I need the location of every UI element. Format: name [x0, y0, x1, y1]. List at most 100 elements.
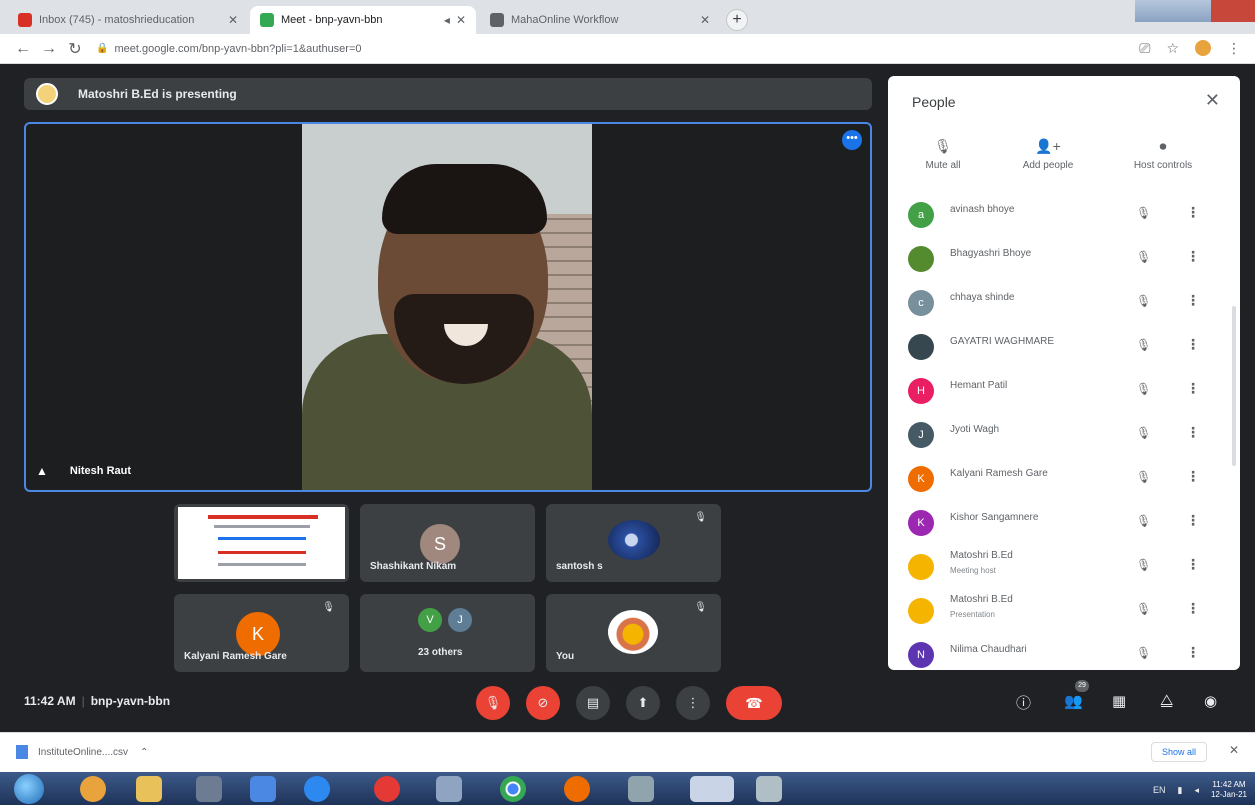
close-tab-icon[interactable]: ✕ — [456, 13, 466, 27]
more-options-icon[interactable]: ••• — [842, 130, 862, 150]
mic-off-icon[interactable]: 🎙 — [1136, 470, 1151, 484]
mic-off-icon[interactable]: 🎙 — [1136, 382, 1151, 396]
new-tab-button[interactable]: + — [726, 9, 748, 31]
volume-icon[interactable]: ◂ — [1194, 785, 1199, 796]
close-tab-icon[interactable]: ✕ — [228, 13, 238, 27]
tab-gmail[interactable]: Inbox (745) - matoshrieducation ✕ — [8, 6, 248, 34]
menu-icon[interactable]: ⋮ — [1227, 40, 1241, 57]
download-item[interactable]: InstituteOnline....csv ⌃ — [16, 745, 148, 759]
add-people-button[interactable]: 👤+ Add people — [993, 138, 1103, 171]
window-close-button[interactable] — [1211, 0, 1255, 22]
chevron-up-icon[interactable]: ⌃ — [140, 747, 148, 758]
tab-meet[interactable]: Meet - bnp-yavn-bbn ◂ ✕ — [250, 6, 476, 34]
list-item[interactable]: Matoshri B.Ed Meeting host 🎙 ⋮ — [888, 546, 1240, 590]
mic-off-icon[interactable]: 🎙 — [1136, 646, 1151, 660]
url-field[interactable]: 🔒 meet.google.com/bnp-yavn-bbn?pli=1&aut… — [96, 43, 362, 55]
leave-call-button[interactable]: ☎ — [726, 686, 782, 720]
app-icon[interactable] — [436, 776, 462, 802]
captions-button[interactable]: ▤ — [576, 686, 610, 720]
tab-mahaonline[interactable]: MahaOnline Workflow ✕ — [480, 6, 720, 34]
participant-name: santosh s — [556, 561, 603, 572]
list-item[interactable]: J Jyoti Wagh 🎙 ⋮ — [888, 414, 1240, 458]
list-item[interactable]: K Kishor Sangamnere 🎙 ⋮ — [888, 502, 1240, 546]
list-item[interactable]: N Nilima Chaudhari 🎙 ⋮ — [888, 634, 1240, 670]
start-button[interactable] — [14, 774, 44, 804]
camera-permission-icon[interactable]: ⎚ — [1139, 40, 1150, 57]
more-vert-icon[interactable]: ⋮ — [1186, 468, 1200, 485]
language-indicator[interactable]: EN — [1153, 785, 1166, 795]
panel-scrollbar[interactable] — [1232, 306, 1236, 466]
chrome-icon[interactable] — [500, 776, 526, 802]
mic-off-icon[interactable]: 🎙 — [1136, 514, 1151, 528]
close-icon[interactable]: ✕ — [1205, 90, 1220, 111]
mic-off-icon[interactable]: 🎙 — [1136, 558, 1151, 572]
more-options-button[interactable]: ⋮ — [676, 686, 710, 720]
meet-stage: Matoshri B.Ed is presenting ▲ Nitesh Rau… — [0, 64, 1255, 732]
mic-off-icon[interactable]: 🎙 — [1136, 250, 1151, 264]
close-icon[interactable]: ✕ — [1229, 743, 1239, 757]
list-item[interactable]: K Kalyani Ramesh Gare 🎙 ⋮ — [888, 458, 1240, 502]
more-vert-icon[interactable]: ⋮ — [1186, 600, 1200, 617]
mute-tab-icon[interactable]: ◂ — [444, 13, 450, 27]
info-icon[interactable]: ⓘ — [1016, 692, 1031, 713]
participant-tile-others[interactable]: V J 23 others — [360, 594, 535, 672]
more-vert-icon[interactable]: ⋮ — [1186, 380, 1200, 397]
participant-tile[interactable]: santosh s 🎙 — [546, 504, 721, 582]
speaker-video-frame — [302, 124, 592, 490]
list-item[interactable]: Matoshri B.Ed Presentation 🎙 ⋮ — [888, 590, 1240, 634]
host-controls-button[interactable]: ⏺ Host controls — [1108, 138, 1218, 171]
present-button[interactable]: ⬆ — [626, 686, 660, 720]
more-vert-icon[interactable]: ⋮ — [1186, 336, 1200, 353]
main-video[interactable]: ▲ Nitesh Raut ••• — [24, 122, 872, 492]
close-tab-icon[interactable]: ✕ — [700, 13, 710, 27]
participant-tile-self[interactable]: You 🎙 — [546, 594, 721, 672]
more-vert-icon[interactable]: ⋮ — [1186, 292, 1200, 309]
explorer-icon[interactable] — [136, 776, 162, 802]
list-item[interactable]: GAYATRI WAGHMARE 🎙 ⋮ — [888, 326, 1240, 370]
network-icon[interactable]: ▮ — [1177, 785, 1182, 796]
mic-off-icon[interactable]: 🎙 — [1136, 426, 1151, 440]
app-icon[interactable] — [628, 776, 654, 802]
mic-off-icon[interactable]: 🎙 — [1136, 338, 1151, 352]
list-item[interactable]: c chhaya shinde 🎙 ⋮ — [888, 282, 1240, 326]
ie-icon[interactable] — [304, 776, 330, 802]
profile-avatar[interactable] — [1195, 40, 1211, 56]
more-vert-icon[interactable]: ⋮ — [1186, 424, 1200, 441]
chrome-icon[interactable] — [690, 776, 734, 802]
more-vert-icon[interactable]: ⋮ — [1186, 556, 1200, 573]
mic-icon[interactable]: 🎙 — [1136, 602, 1151, 616]
pin-icon[interactable]: ▲ — [36, 464, 48, 478]
activities-icon[interactable]: ⧋ — [1160, 692, 1173, 709]
more-vert-icon[interactable]: ⋮ — [1186, 248, 1200, 265]
back-icon[interactable]: ← — [10, 40, 36, 58]
opera-icon[interactable] — [374, 776, 400, 802]
firefox-icon[interactable] — [564, 776, 590, 802]
participant-tile-presentation[interactable] — [174, 504, 349, 582]
mic-off-icon[interactable]: 🎙 — [1136, 294, 1151, 308]
app-icon[interactable] — [756, 776, 782, 802]
taskbar-app-icon[interactable] — [80, 776, 106, 802]
camera-toggle-button[interactable]: ⊘ — [526, 686, 560, 720]
show-all-button[interactable]: Show all — [1150, 742, 1207, 762]
more-vert-icon[interactable]: ⋮ — [1186, 644, 1200, 661]
reload-icon[interactable]: ↻ — [62, 39, 88, 59]
app-icon[interactable] — [250, 776, 276, 802]
host-controls-icon[interactable]: ◉ — [1204, 692, 1217, 710]
bookmark-star-icon[interactable]: ☆ — [1166, 40, 1179, 57]
participant-tile[interactable]: S Shashikant Nikam — [360, 504, 535, 582]
participant-tile[interactable]: K Kalyani Ramesh Gare 🎙 — [174, 594, 349, 672]
list-item[interactable]: a avinash bhoye 🎙 ⋮ — [888, 194, 1240, 238]
list-item[interactable]: Bhagyashri Bhoye 🎙 ⋮ — [888, 238, 1240, 282]
mute-all-button[interactable]: 🎙 Mute all — [888, 138, 998, 171]
list-item[interactable]: H Hemant Patil 🎙 ⋮ — [888, 370, 1240, 414]
media-player-icon[interactable] — [196, 776, 222, 802]
taskbar: EN ▮ ◂ 11:42 AM 12-Jan-21 — [0, 772, 1255, 805]
more-vert-icon[interactable]: ⋮ — [1186, 512, 1200, 529]
mic-off-icon[interactable]: 🎙 — [1136, 206, 1151, 220]
more-vert-icon[interactable]: ⋮ — [1186, 204, 1200, 221]
mic-toggle-button[interactable]: 🎙 — [476, 686, 510, 720]
people-icon[interactable]: 👥 — [1064, 692, 1083, 710]
forward-icon[interactable]: → — [36, 40, 62, 58]
system-clock[interactable]: 11:42 AM 12-Jan-21 — [1211, 780, 1247, 800]
chat-icon[interactable]: ▦ — [1112, 692, 1126, 710]
